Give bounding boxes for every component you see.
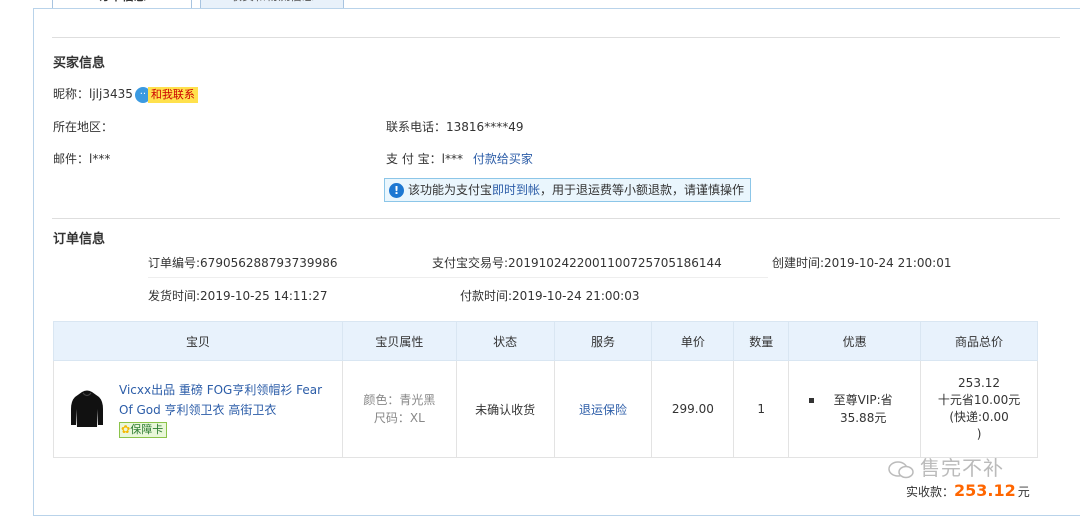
col-header-status: 状态: [455, 321, 555, 361]
refund-notice: ! 该功能为支付宝即时到帐，用于退运费等小额退款，请谨慎操作: [384, 178, 752, 202]
notice-text-pre: 该功能为支付宝: [408, 183, 493, 197]
return-shipping-insurance-link[interactable]: 退运保险: [579, 403, 627, 417]
col-header-service: 服务: [553, 321, 653, 361]
product-title-link[interactable]: Vicxx出品 重磅 FOG亨利领帽衫 Fear Of God 亨利领卫衣 高街…: [119, 380, 327, 420]
divider: [52, 37, 1060, 38]
col-header-item: 宝贝: [53, 321, 343, 361]
discount-text: 至尊VIP:省 35.88元: [833, 393, 893, 425]
notice-text-post: ，用于退运费等小额退款，请谨慎操作: [540, 183, 745, 197]
col-header-attributes: 宝贝属性: [341, 321, 457, 361]
product-cell: Vicxx出品 重磅 FOG亨利领帽衫 Fear Of God 亨利领卫衣 高街…: [53, 360, 343, 458]
pay-time: 付款时间:2019-10-24 21:00:03: [460, 289, 640, 303]
watermark: 售完不补: [888, 452, 1004, 481]
region-row: 所在地区：: [53, 118, 113, 135]
discount-cell: 至尊VIP:省 35.88元: [788, 360, 922, 458]
nickname-row: 昵称：ljlj3435 ·· 和我联系: [53, 85, 198, 103]
table-header-row: 宝贝 宝贝属性 状态 服务 单价 数量 优惠 商品总价: [53, 321, 1038, 361]
region-label: 所在地区：: [53, 120, 114, 134]
col-header-total: 商品总价: [920, 321, 1038, 361]
buyer-section-title: 买家信息: [53, 56, 106, 71]
guarantee-card-badge[interactable]: ✿保障卡: [119, 422, 168, 438]
unit-price-cell: 299.00: [651, 360, 735, 458]
paid-label: 实收款：: [906, 485, 955, 499]
email-row: 邮件：l***: [53, 150, 110, 167]
nickname-value: ljlj3435: [89, 87, 133, 101]
total-saving: 十元省10.00元: [937, 393, 1021, 407]
attr-color: 颜色：青光黑: [363, 393, 436, 407]
alipay-value: l***: [441, 152, 463, 166]
created-time: 创建时间:2019-10-24 21:00:01: [772, 256, 952, 270]
email-label: 邮件：: [53, 152, 90, 166]
phone-value: 13816****49: [446, 120, 524, 134]
instant-transfer-link[interactable]: 即时到帐: [492, 183, 540, 197]
col-header-quantity: 数量: [733, 321, 790, 361]
order-section-title: 订单信息: [53, 232, 106, 247]
status-cell: 未确认收货: [455, 360, 555, 458]
total-close: ): [976, 427, 982, 441]
table-row: Vicxx出品 重磅 FOG亨利领帽衫 Fear Of God 亨利领卫衣 高街…: [53, 360, 1038, 458]
service-cell: 退运保险: [553, 360, 653, 458]
alipay-trade-number: 支付宝交易号:2019102422001100725705186144: [432, 256, 722, 270]
nickname-label: 昵称：: [53, 87, 90, 101]
pay-buyer-link[interactable]: 付款给买家: [473, 152, 533, 166]
phone-row: 联系电话：13816****49: [386, 118, 523, 135]
total-amount: 253.12: [958, 376, 1001, 390]
paid-amount: 253.12: [954, 481, 1016, 500]
alipay-row: 支 付 宝：l*** 付款给买家: [386, 150, 533, 167]
col-header-discount: 优惠: [788, 321, 922, 361]
contact-me-button[interactable]: ·· 和我联系: [134, 86, 198, 103]
quantity-cell: 1: [733, 360, 790, 458]
divider: [148, 277, 768, 278]
order-number: 订单编号:679056288793739986: [148, 256, 338, 270]
order-items-table: 宝贝 宝贝属性 状态 服务 单价 数量 优惠 商品总价 Vicxx出品 重磅 F…: [53, 321, 1038, 458]
watermark-text: 售完不补: [920, 456, 1004, 480]
bullet: [809, 398, 815, 403]
info-icon: !: [389, 183, 404, 198]
paid-unit: 元: [1017, 485, 1030, 499]
guarantee-label: 保障卡: [130, 423, 164, 436]
ship-time: 发货时间:2019-10-25 14:11:27: [148, 289, 328, 303]
total-shipping: (快递:0.00: [949, 410, 1009, 424]
contact-me-label: 和我联系: [147, 86, 198, 103]
col-header-unit-price: 单价: [651, 321, 735, 361]
flower-icon: ✿: [121, 423, 131, 436]
hoodie-thumbnail-icon[interactable]: [69, 389, 105, 429]
phone-label: 联系电话：: [386, 120, 447, 134]
attributes-cell: 颜色：青光黑 尺码：XL: [341, 360, 457, 458]
paid-amount-row: 实收款：253.12 元: [906, 481, 1030, 500]
total-cell: 253.12 十元省10.00元 (快递:0.00 ): [920, 360, 1038, 458]
email-value: l***: [89, 152, 111, 166]
alipay-label: 支 付 宝：: [386, 152, 442, 166]
attr-size: 尺码：XL: [373, 411, 425, 425]
wechat-icon: [888, 460, 914, 478]
divider: [52, 218, 1060, 219]
